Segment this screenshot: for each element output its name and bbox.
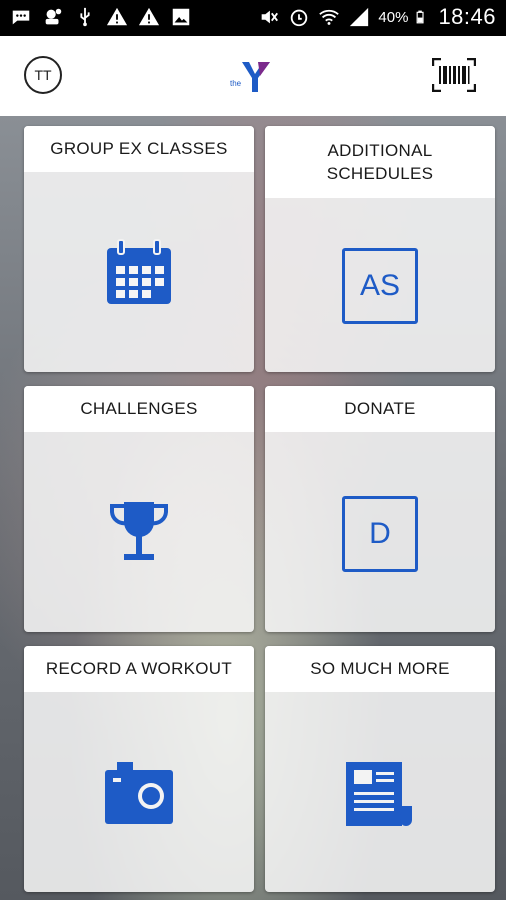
app-notification-icon xyxy=(45,8,62,25)
tile-donate[interactable]: DONATE D xyxy=(265,386,495,632)
tile-additional-schedules[interactable]: ADDITIONAL SCHEDULES AS xyxy=(265,126,495,372)
warning-icon-2 xyxy=(138,7,160,26)
chat-icon xyxy=(12,10,30,25)
tile-label: CHALLENGES xyxy=(24,386,254,432)
donate-letter-text: D xyxy=(369,517,391,550)
battery-percent: 40% xyxy=(378,8,409,26)
tile-label: RECORD A WORKOUT xyxy=(24,646,254,692)
schedules-letter-text: AS xyxy=(359,269,401,302)
schedules-letter-icon: AS xyxy=(342,248,418,324)
warning-icon xyxy=(106,7,128,26)
status-bar-right: 40% 18:46 xyxy=(258,4,496,30)
tile-so-much-more[interactable]: SO MUCH MORE xyxy=(265,646,495,892)
avatar[interactable]: TT xyxy=(24,56,62,94)
calendar-icon xyxy=(107,239,171,304)
alarm-icon xyxy=(291,9,308,27)
mute-icon xyxy=(262,10,279,24)
app-bar: TT the xyxy=(0,36,506,116)
status-bar-left xyxy=(10,6,192,28)
tile-record-a-workout[interactable]: RECORD A WORKOUT xyxy=(24,646,254,892)
usb-icon xyxy=(80,7,90,27)
trophy-icon xyxy=(110,502,168,560)
image-icon xyxy=(172,8,190,26)
status-bar: 40% 18:46 xyxy=(0,0,506,36)
tile-challenges[interactable]: CHALLENGES xyxy=(24,386,254,632)
signal-icon xyxy=(350,7,369,27)
tile-label: ADDITIONAL SCHEDULES xyxy=(265,126,495,198)
tile-label: GROUP EX CLASSES xyxy=(24,126,254,172)
newspaper-icon xyxy=(346,762,412,826)
battery-icon xyxy=(417,10,425,24)
barcode-scan-icon[interactable] xyxy=(432,58,476,92)
tile-label: SO MUCH MORE xyxy=(265,646,495,692)
tile-label: DONATE xyxy=(265,386,495,432)
donate-letter-icon: D xyxy=(342,496,418,572)
camera-icon xyxy=(105,762,173,824)
logo-small-text: the xyxy=(230,79,242,88)
wifi-icon xyxy=(319,9,340,25)
tile-group-ex-classes[interactable]: GROUP EX CLASSES xyxy=(24,126,254,372)
avatar-initials: TT xyxy=(34,67,52,83)
ymca-logo: the xyxy=(230,62,270,92)
clock: 18:46 xyxy=(438,4,496,29)
